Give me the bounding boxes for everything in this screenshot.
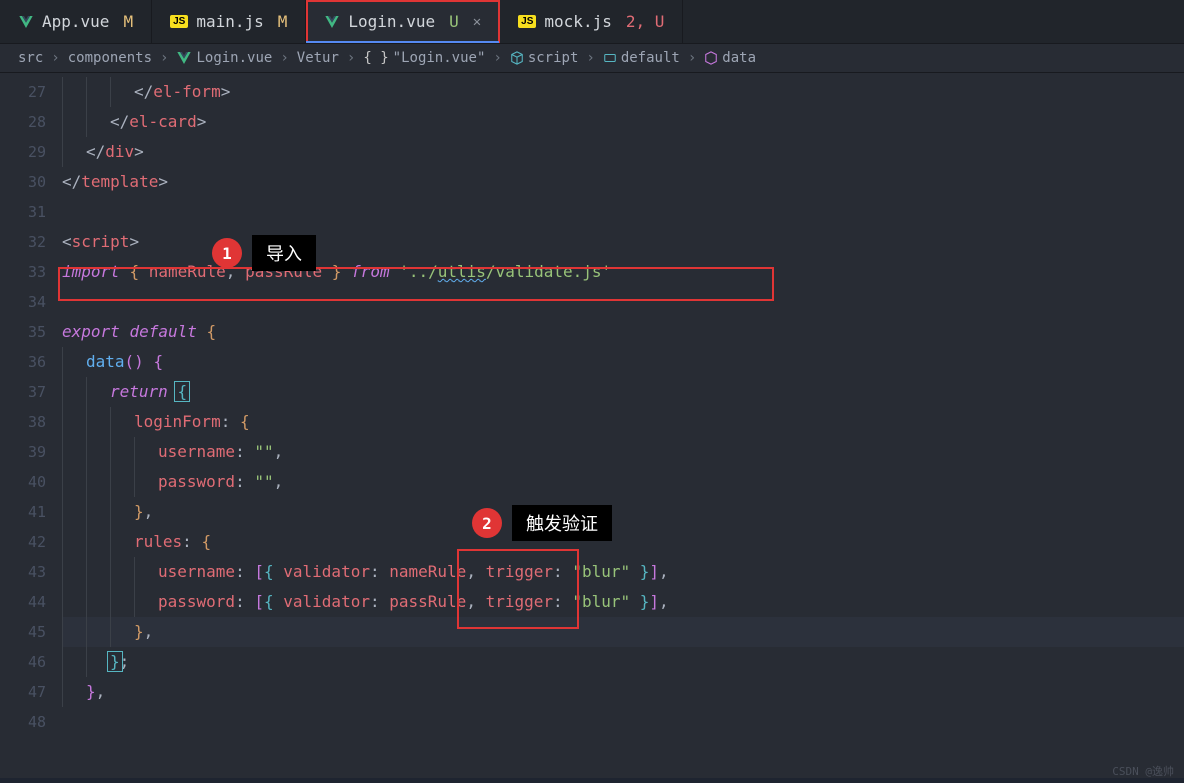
code-line[interactable]: },	[62, 677, 1184, 707]
chevron-right-icon: ›	[586, 50, 594, 66]
modified-indicator: 2, U	[626, 12, 665, 31]
code-area[interactable]: </el-form></el-card></div></template><sc…	[62, 73, 1184, 778]
breadcrumb-item[interactable]: { }"Login.vue"	[363, 50, 485, 66]
line-number: 29	[0, 137, 62, 167]
code-line[interactable]: return {	[62, 377, 1184, 407]
chevron-right-icon: ›	[51, 50, 59, 66]
box-icon	[704, 51, 718, 65]
line-number: 32	[0, 227, 62, 257]
tab-label: mock.js	[544, 12, 611, 31]
code-line[interactable]: password: [{ validator: passRule, trigge…	[62, 587, 1184, 617]
annotation-callout: 2 触发验证	[472, 505, 612, 541]
line-number: 40	[0, 467, 62, 497]
line-number: 38	[0, 407, 62, 437]
var-icon	[603, 51, 617, 65]
modified-indicator: M	[278, 12, 288, 31]
code-line[interactable]: },	[62, 497, 1184, 527]
annotation-label: 触发验证	[512, 505, 612, 541]
code-line[interactable]: loginForm: {	[62, 407, 1184, 437]
breadcrumb-item[interactable]: src	[18, 50, 43, 66]
chevron-right-icon: ›	[160, 50, 168, 66]
line-number: 34	[0, 287, 62, 317]
breadcrumb-item[interactable]: Vetur	[297, 50, 339, 66]
tab-main-js[interactable]: JS main.js M	[152, 0, 306, 43]
line-number: 39	[0, 437, 62, 467]
line-number: 30	[0, 167, 62, 197]
annotation-number-badge: 1	[212, 238, 242, 268]
code-line[interactable]: },	[62, 617, 1184, 647]
breadcrumb: src › components › Login.vue › Vetur › { }"Login…	[0, 44, 1184, 73]
breadcrumb-item[interactable]: Login.vue	[176, 50, 272, 66]
code-line[interactable]: </div>	[62, 137, 1184, 167]
code-line[interactable]: </template>	[62, 167, 1184, 197]
code-line[interactable]: password: "",	[62, 467, 1184, 497]
line-number: 33	[0, 257, 62, 287]
chevron-right-icon: ›	[688, 50, 696, 66]
code-line[interactable]: username: "",	[62, 437, 1184, 467]
watermark: CSDN @逸帅	[1112, 763, 1174, 779]
modified-indicator: M	[123, 12, 133, 31]
line-number: 41	[0, 497, 62, 527]
tab-label: Login.vue	[348, 12, 435, 31]
chevron-right-icon: ›	[493, 50, 501, 66]
vue-icon	[176, 50, 192, 66]
breadcrumb-item[interactable]: script	[510, 50, 579, 66]
line-number: 27	[0, 77, 62, 107]
code-line[interactable]: data() {	[62, 347, 1184, 377]
code-line[interactable]	[62, 707, 1184, 737]
line-number: 28	[0, 107, 62, 137]
close-icon[interactable]: ✕	[473, 14, 481, 30]
editor-tabs: App.vue M JS main.js M Login.vue U ✕ JS mock.js 2,…	[0, 0, 1184, 44]
line-number: 43	[0, 557, 62, 587]
annotation-callout: 1 导入	[212, 235, 316, 271]
line-number: 37	[0, 377, 62, 407]
code-line[interactable]	[62, 287, 1184, 317]
js-file-icon: JS	[518, 15, 536, 28]
annotation-label: 导入	[252, 235, 316, 271]
code-line[interactable]: </el-form>	[62, 77, 1184, 107]
line-number: 47	[0, 677, 62, 707]
line-number: 45	[0, 617, 62, 647]
line-number: 35	[0, 317, 62, 347]
code-line[interactable]: rules: {	[62, 527, 1184, 557]
chevron-right-icon: ›	[347, 50, 355, 66]
breadcrumb-item[interactable]: data	[704, 50, 756, 66]
breadcrumb-item[interactable]: components	[68, 50, 152, 66]
code-line[interactable]	[62, 197, 1184, 227]
line-number: 44	[0, 587, 62, 617]
tab-label: main.js	[196, 12, 263, 31]
line-number: 31	[0, 197, 62, 227]
line-number: 46	[0, 647, 62, 677]
breadcrumb-item[interactable]: default	[603, 50, 680, 66]
line-number-gutter: 2728293031323334353637383940414243444546…	[0, 73, 62, 778]
tab-Login-vue[interactable]: Login.vue U ✕	[306, 0, 500, 43]
js-file-icon: JS	[170, 15, 188, 28]
modified-indicator: U	[449, 12, 459, 31]
tab-mock-js[interactable]: JS mock.js 2, U	[500, 0, 683, 43]
chevron-right-icon: ›	[280, 50, 288, 66]
vue-file-icon	[18, 14, 34, 30]
braces-icon: { }	[363, 50, 388, 66]
line-number: 48	[0, 707, 62, 737]
tab-App-vue[interactable]: App.vue M	[0, 0, 152, 43]
code-editor[interactable]: 2728293031323334353637383940414243444546…	[0, 73, 1184, 778]
code-line[interactable]: username: [{ validator: nameRule, trigge…	[62, 557, 1184, 587]
code-line[interactable]: </el-card>	[62, 107, 1184, 137]
line-number: 42	[0, 527, 62, 557]
line-number: 36	[0, 347, 62, 377]
tab-label: App.vue	[42, 12, 109, 31]
code-line[interactable]: export default {	[62, 317, 1184, 347]
code-line[interactable]: };	[62, 647, 1184, 677]
cube-icon	[510, 51, 524, 65]
annotation-number-badge: 2	[472, 508, 502, 538]
vue-file-icon	[324, 14, 340, 30]
